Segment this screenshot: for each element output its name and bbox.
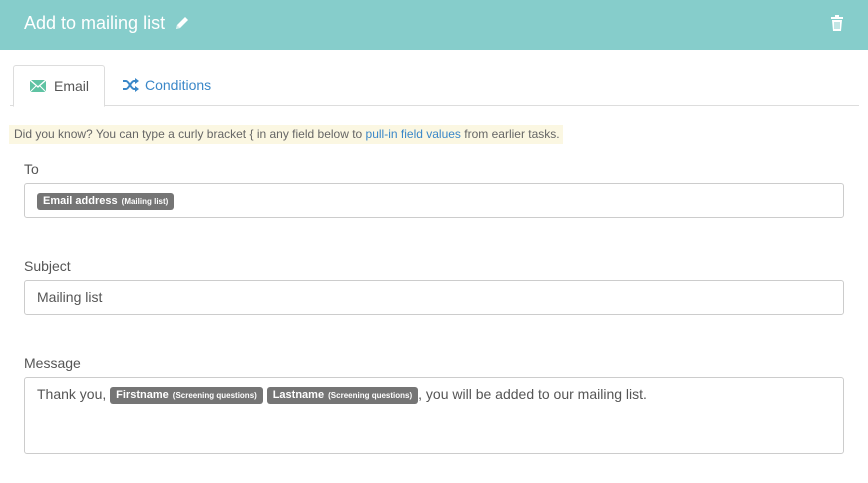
shuffle-icon — [123, 78, 139, 92]
chip-source: (Screening questions) — [172, 390, 257, 400]
message-text-after: , you will be added to our mailing list. — [418, 386, 647, 402]
subject-field[interactable]: Mailing list — [24, 280, 844, 315]
tab-email[interactable]: Email — [13, 65, 105, 107]
chip-field-name: Lastname — [272, 388, 325, 401]
pencil-icon[interactable] — [174, 15, 190, 31]
message-field[interactable]: Thank you, Firstname (Screening question… — [24, 377, 844, 454]
tab-email-label: Email — [54, 78, 90, 94]
subject-value: Mailing list — [37, 289, 103, 305]
tab-conditions[interactable]: Conditions — [120, 65, 230, 106]
subject-label: Subject — [24, 258, 71, 274]
chip-field-name: Firstname — [116, 388, 169, 401]
header-bar: Add to mailing list — [0, 0, 868, 50]
page-title: Add to mailing list — [24, 13, 166, 33]
envelope-icon — [30, 80, 46, 92]
chip-field-name: Email address — [43, 194, 118, 207]
to-label: To — [24, 161, 39, 177]
email-address-chip[interactable]: Email address (Mailing list) — [37, 192, 175, 210]
to-field[interactable]: Email address (Mailing list) — [24, 183, 844, 218]
message-text-before: Thank you, — [37, 386, 111, 402]
trash-icon[interactable] — [830, 15, 844, 31]
chip-source: (Screening questions) — [328, 390, 413, 400]
message-label: Message — [24, 355, 81, 371]
firstname-chip[interactable]: Firstname (Screening questions) — [110, 386, 263, 404]
tip-banner: Did you know? You can type a curly brack… — [9, 125, 563, 144]
pull-in-field-values-link[interactable]: pull-in field values — [366, 127, 461, 141]
chip-source: (Mailing list) — [121, 196, 169, 206]
tip-text-prefix: Did you know? You can type a curly brack… — [14, 127, 366, 141]
tab-conditions-label: Conditions — [145, 77, 212, 93]
lastname-chip[interactable]: Lastname (Screening questions) — [266, 386, 419, 404]
tip-text-suffix: from earlier tasks. — [460, 127, 560, 141]
tab-bar: Email Conditions — [10, 65, 859, 107]
